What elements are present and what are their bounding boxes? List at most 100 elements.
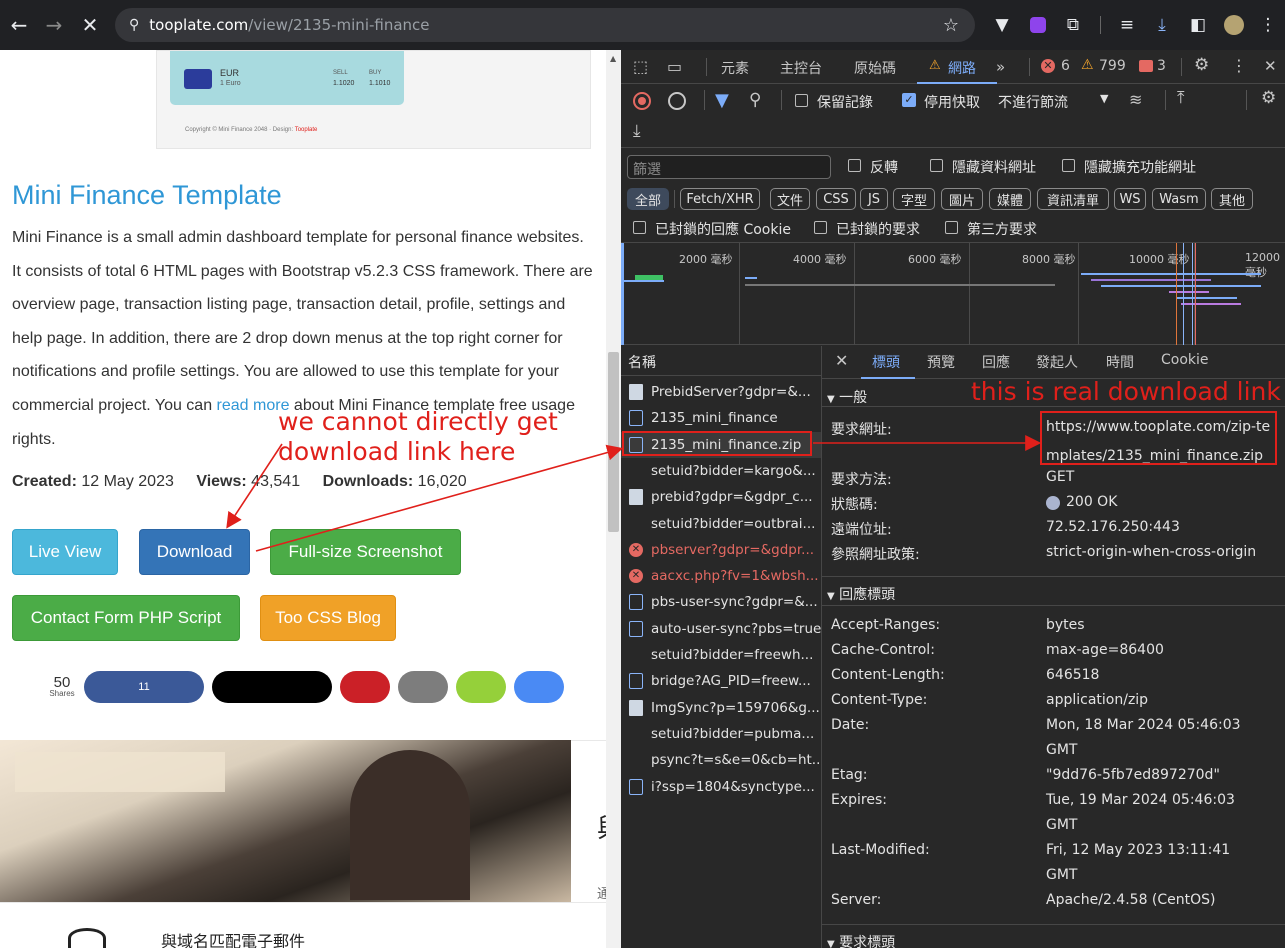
request-row[interactable]: PrebidServer?gdpr=&... — [621, 379, 821, 405]
issues-count[interactable]: 3 — [1157, 58, 1166, 74]
settings-icon[interactable]: ⚙ — [1194, 55, 1209, 75]
record-icon[interactable] — [633, 92, 651, 110]
tab-network[interactable]: ⚠ 網路 — [917, 50, 997, 84]
detail-tab-headers[interactable]: 標頭 — [872, 352, 900, 372]
clear-icon[interactable] — [668, 92, 686, 110]
facebook-share-button[interactable]: 11 — [84, 671, 204, 703]
live-view-button[interactable]: Live View — [12, 529, 118, 575]
request-row[interactable]: pbs-user-sync?gdpr=&... — [621, 589, 821, 615]
blocked-requests-checkbox[interactable] — [814, 221, 827, 234]
request-row[interactable]: prebid?gdpr=&gdpr_c... — [621, 484, 821, 510]
sidebar-icon[interactable]: ◧ — [1186, 13, 1210, 37]
chip-other[interactable]: 其他 — [1211, 188, 1253, 210]
address-bar[interactable]: ⚲ tooplate.com/view/2135-mini-finance ☆ — [115, 8, 975, 42]
star-icon[interactable]: ☆ — [943, 15, 959, 36]
request-row[interactable]: ✕ pbserver?gdpr=&gdpr... — [621, 537, 821, 563]
blocked-cookies-checkbox[interactable] — [633, 221, 646, 234]
inspect-icon[interactable]: ⬚ — [633, 57, 648, 76]
download-icon[interactable]: ⤓ — [1150, 13, 1174, 37]
error-count[interactable]: 6 — [1061, 58, 1070, 74]
request-row[interactable]: setuid?bidder=outbrai... — [621, 511, 821, 537]
css-blog-button[interactable]: Too CSS Blog — [260, 595, 396, 641]
email-share-button[interactable] — [398, 671, 448, 703]
chip-all[interactable]: 全部 — [627, 188, 669, 210]
search-icon[interactable]: ⚲ — [749, 90, 761, 110]
close-detail-icon[interactable]: ✕ — [835, 351, 848, 370]
back-icon[interactable]: ← — [2, 8, 36, 42]
chip-manifest[interactable]: 資訊清單 — [1037, 188, 1109, 210]
request-row[interactable]: bridge?AG_PID=freew... — [621, 668, 821, 694]
stop-icon[interactable]: ✕ — [73, 8, 107, 42]
sms-share-button[interactable] — [456, 671, 506, 703]
detail-tab-initiator[interactable]: 發起人 — [1036, 352, 1078, 372]
media-icon[interactable]: ≡ — [1115, 13, 1139, 37]
site-info-icon[interactable]: ⚲ — [129, 17, 139, 33]
scrollbar-thumb[interactable] — [608, 352, 619, 532]
network-settings-icon[interactable]: ⚙ — [1261, 88, 1276, 108]
more-share-button[interactable] — [514, 671, 564, 703]
request-headers-section-header[interactable]: ▼ 要求標頭 — [827, 932, 895, 948]
general-section-header[interactable]: ▼ 一般 — [827, 387, 867, 407]
throttle-select[interactable]: 不進行節流 — [998, 92, 1068, 112]
network-conditions-icon[interactable]: ≋ — [1129, 90, 1142, 109]
timeline-handle[interactable] — [621, 243, 624, 345]
tab-console[interactable]: 主控台 — [780, 58, 822, 78]
filter-input[interactable]: 篩選 — [627, 155, 831, 179]
name-column-header[interactable]: 名稱 — [621, 346, 821, 376]
vpn-icon[interactable]: ▼ — [990, 13, 1014, 37]
request-row[interactable]: 2135_mini_finance — [621, 405, 821, 431]
chip-wasm[interactable]: Wasm — [1152, 188, 1206, 210]
contact-form-button[interactable]: Contact Form PHP Script — [12, 595, 240, 641]
scroll-up-icon[interactable]: ▲ — [610, 54, 616, 63]
chip-media[interactable]: 媒體 — [989, 188, 1031, 210]
full-size-screenshot-button[interactable]: Full-size Screenshot — [270, 529, 461, 575]
request-row[interactable]: psync?t=s&e=0&cb=ht... — [621, 747, 821, 773]
device-toggle-icon[interactable]: ▭ — [667, 57, 682, 76]
disable-cache-checkbox[interactable]: ✓ — [902, 93, 916, 107]
download-button[interactable]: Download — [139, 529, 250, 575]
detail-tab-response[interactable]: 回應 — [982, 352, 1010, 372]
hide-extension-urls-checkbox[interactable] — [1062, 159, 1075, 172]
menu-icon[interactable]: ⋮ — [1256, 13, 1280, 37]
request-row[interactable]: setuid?bidder=freewh... — [621, 642, 821, 668]
x-share-button[interactable] — [212, 671, 332, 703]
close-devtools-icon[interactable]: ✕ — [1264, 57, 1277, 75]
puzzle-icon[interactable]: ⧉ — [1061, 13, 1085, 37]
request-row[interactable]: auto-user-sync?pbs=true — [621, 616, 821, 642]
more-tabs-icon[interactable]: » — [996, 58, 1005, 76]
detail-tab-timing[interactable]: 時間 — [1106, 352, 1134, 372]
template-preview[interactable]: EUR 1 Euro SELL BUY 1.1020 1.1010 Copyri… — [156, 50, 591, 149]
avatar[interactable] — [1222, 13, 1246, 37]
request-row[interactable]: ImgSync?p=159706&g... — [621, 695, 821, 721]
ad-text[interactable]: 與域名匹配電子郵件 — [161, 928, 305, 948]
more-options-icon[interactable]: ⋮ — [1231, 56, 1247, 75]
chip-fetch-xhr[interactable]: Fetch/XHR — [680, 188, 760, 210]
extension-icon[interactable] — [1026, 13, 1050, 37]
import-har-icon[interactable]: ⤒ — [1177, 88, 1185, 108]
response-headers-section-header[interactable]: ▼ 回應標頭 — [827, 584, 895, 604]
preserve-log-checkbox[interactable] — [795, 94, 808, 107]
export-har-icon[interactable]: ⤓ — [633, 121, 641, 141]
tab-elements[interactable]: 元素 — [721, 58, 749, 78]
chevron-down-icon[interactable]: ▼ — [1100, 92, 1108, 105]
timeline-overview[interactable]: 2000 毫秒 4000 毫秒 6000 毫秒 8000 毫秒 10000 毫秒… — [621, 242, 1285, 345]
request-row[interactable]: i?ssp=1804&synctype... — [621, 774, 821, 800]
chip-css[interactable]: CSS — [816, 188, 856, 210]
request-row[interactable]: setuid?bidder=pubma... — [621, 721, 821, 747]
chip-js[interactable]: JS — [860, 188, 888, 210]
forward-icon[interactable]: → — [37, 8, 71, 42]
hide-data-urls-checkbox[interactable] — [930, 159, 943, 172]
chip-doc[interactable]: 文件 — [770, 188, 810, 210]
warning-count[interactable]: 799 — [1099, 58, 1126, 74]
invert-checkbox[interactable] — [848, 159, 861, 172]
third-party-checkbox[interactable] — [945, 221, 958, 234]
ad-image[interactable] — [0, 740, 571, 902]
detail-tab-cookies[interactable]: Cookie — [1161, 352, 1209, 368]
chip-font[interactable]: 字型 — [893, 188, 935, 210]
chip-ws[interactable]: WS — [1114, 188, 1146, 210]
filter-icon[interactable]: ▼ — [715, 90, 729, 111]
chip-img[interactable]: 圖片 — [941, 188, 983, 210]
request-row[interactable]: ✕ aacxc.php?fv=1&wbsh... — [621, 563, 821, 589]
detail-tab-preview[interactable]: 預覽 — [927, 352, 955, 372]
tab-sources[interactable]: 原始碼 — [854, 58, 896, 78]
